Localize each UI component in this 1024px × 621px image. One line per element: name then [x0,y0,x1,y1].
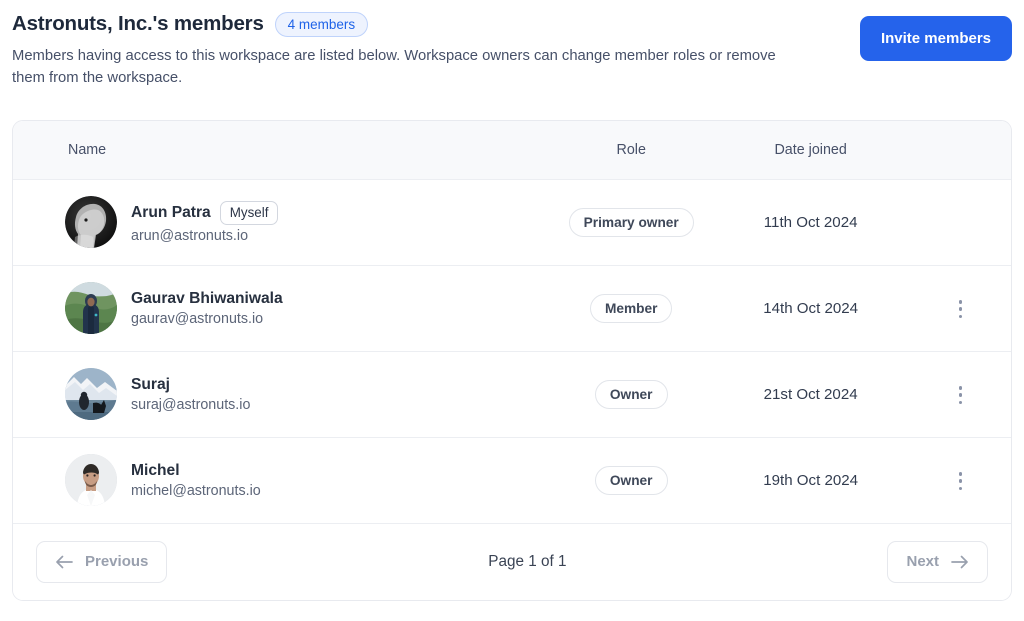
member-name-line: Suraj [131,376,250,394]
row-menu-icon[interactable] [949,379,973,411]
member-email: michel@astronuts.io [131,482,261,499]
next-page-button[interactable]: Next [887,540,988,583]
kebab-dot [958,386,963,390]
table-row: Michel michel@astronuts.io Owner 19th Oc… [13,437,1011,524]
kebab-dot [958,400,963,405]
member-name-line: Michel [131,462,261,480]
member-name: Arun Patra [131,203,211,221]
role-badge: Owner [594,465,668,495]
michel-avatar [65,454,117,506]
kebab-dot [958,472,963,476]
member-name-cell: Gaurav Bhiwaniwala gaurav@astronuts.io [13,282,551,334]
member-date-joined: 11th Oct 2024 [763,213,858,231]
suraj-avatar [65,368,117,420]
member-identity: Suraj suraj@astronuts.io [131,376,250,413]
members-page: Astronuts, Inc.'s members 4 members Memb… [0,0,1024,621]
members-table-card: Name Role Date joined Arun Patra Myself … [12,119,1012,601]
previous-page-label: Previous [85,553,149,570]
member-email: arun@astronuts.io [131,227,249,244]
member-identity: Michel michel@astronuts.io [131,462,261,499]
member-name: Gaurav Bhiwaniwala [131,289,283,307]
member-count-badge: 4 members [274,12,369,37]
kebab-dot [958,307,963,311]
kebab-dot [958,393,963,397]
member-name: Michel [131,461,180,479]
member-name: Suraj [131,375,170,393]
table-row: Suraj suraj@astronuts.io Owner 21st Oct … [13,351,1011,438]
member-email: gaurav@astronuts.io [131,310,264,327]
kebab-dot [958,300,963,304]
table-header-row: Name Role Date joined [13,120,1011,180]
role-badge: Primary owner [568,207,694,237]
table-row: Gaurav Bhiwaniwala gaurav@astronuts.io M… [13,265,1011,352]
previous-page-button[interactable]: Previous [36,540,168,583]
member-date-joined: 21st Oct 2024 [763,385,858,403]
gaurav-avatar [65,282,117,334]
member-name-cell: Arun Patra Myself arun@astronuts.io [13,196,551,248]
member-name-cell: Suraj suraj@astronuts.io [13,368,551,420]
member-name-line: Arun Patra Myself [131,200,279,225]
page-description: Members having access to this workspace … [12,48,776,86]
page-indicator: Page 1 of 1 [488,552,567,570]
kebab-dot [958,486,963,491]
member-role-cell: Owner [551,465,711,495]
member-identity: Gaurav Bhiwaniwala gaurav@astronuts.io [131,290,283,327]
page-header: Astronuts, Inc.'s members 4 members Memb… [12,10,1012,90]
role-badge: Member [589,293,673,323]
arrow-right-icon [951,555,968,568]
column-header-role: Role [616,141,646,158]
next-page-label: Next [906,553,939,570]
role-badge: Owner [594,379,668,409]
member-email: suraj@astronuts.io [131,396,251,413]
member-date-joined: 19th Oct 2024 [763,471,859,489]
page-title: Astronuts, Inc.'s members [12,12,264,36]
member-role-cell: Member [551,293,711,323]
kebab-dot [958,314,963,319]
member-name-line: Gaurav Bhiwaniwala [131,290,283,308]
member-role-cell: Owner [551,379,711,409]
row-menu-icon[interactable] [949,293,973,325]
arun-avatar [65,196,117,248]
pagination-footer: Previous Page 1 of 1 Next [13,523,1011,600]
member-role-cell: Primary owner [551,207,711,237]
myself-badge: Myself [219,200,279,225]
row-menu-icon[interactable] [949,465,973,497]
arrow-left-icon [56,555,73,568]
member-name-cell: Michel michel@astronuts.io [13,454,551,506]
column-header-name: Name [68,141,107,158]
member-identity: Arun Patra Myself arun@astronuts.io [131,200,279,244]
table-row: Arun Patra Myself arun@astronuts.io Prim… [13,179,1011,266]
invite-members-button[interactable]: Invite members [859,16,1012,61]
row-actions-cell [910,463,1011,497]
member-date-joined: 14th Oct 2024 [763,299,859,317]
title-line: Astronuts, Inc.'s members 4 members [12,12,812,37]
column-header-date-joined: Date joined [774,141,847,158]
kebab-dot [958,479,963,483]
title-block: Astronuts, Inc.'s members 4 members Memb… [12,10,812,90]
row-actions-cell [910,377,1011,411]
row-actions-cell [910,291,1011,325]
